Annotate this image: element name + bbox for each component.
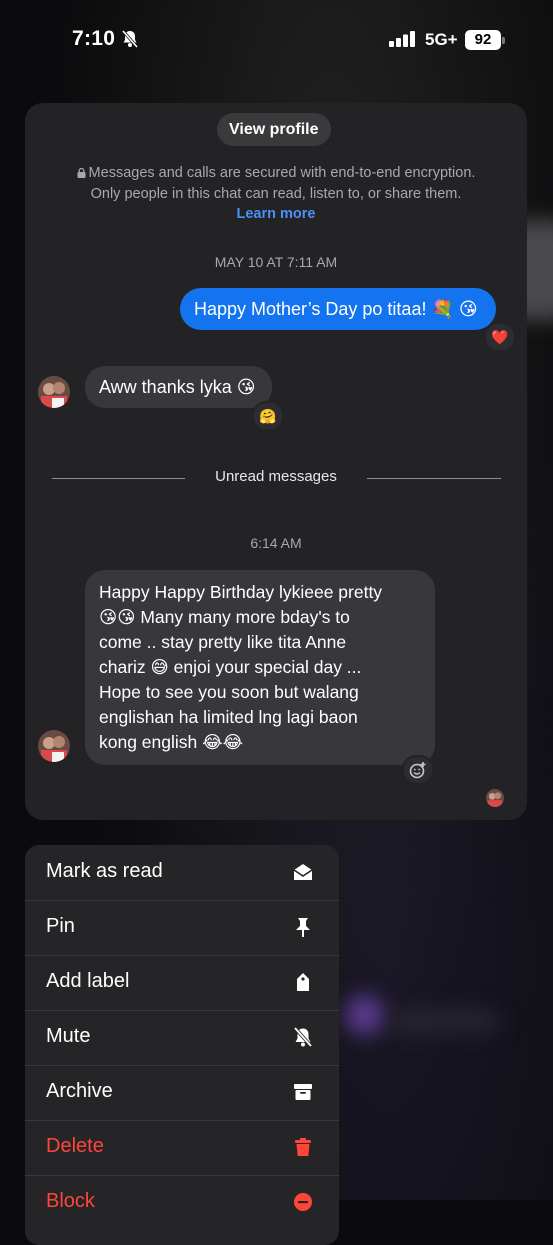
seen-avatar	[486, 789, 504, 807]
incoming-message[interactable]: Happy Happy Birthday lykieee pretty 😘😘 M…	[85, 570, 435, 765]
add-reaction-icon	[409, 762, 426, 779]
message-reaction[interactable]: ❤️	[484, 322, 516, 352]
chat-preview: View profile Messages and calls are secu…	[25, 103, 527, 820]
message-line: come .. stay pretty like tita Anne	[99, 632, 347, 652]
unread-label: Unread messages	[215, 468, 337, 485]
learn-more-label[interactable]: Learn more	[237, 206, 316, 222]
incoming-message[interactable]: Aww thanks lyka 😘	[85, 366, 272, 408]
network-type: 5G+	[425, 30, 458, 49]
lock-icon	[77, 168, 86, 179]
block-icon	[294, 1193, 312, 1211]
bell-slash-icon	[293, 1026, 313, 1048]
menu-item-mark-as-read[interactable]: Mark as read	[25, 845, 339, 901]
battery-indicator: 92	[465, 30, 501, 50]
divider-line	[367, 478, 501, 479]
trash-icon	[295, 1138, 311, 1156]
archive-box-icon	[294, 1084, 312, 1100]
battery-tip	[502, 37, 505, 44]
encryption-text-1: Messages and calls are secured with end-…	[88, 165, 476, 181]
message-line: chariz 😅 enjoi your special day ...	[99, 657, 362, 677]
message-reaction[interactable]: 🤗	[252, 401, 284, 431]
menu-item-delete[interactable]: Delete	[25, 1120, 339, 1176]
menu-item-mute[interactable]: Mute	[25, 1010, 339, 1066]
menu-item-archive[interactable]: Archive	[25, 1065, 339, 1121]
context-menu: Mark as read Pin Add label Mute Archive	[25, 845, 339, 1245]
message-line: 😘😘 Many many more bday's to	[99, 607, 350, 627]
background-shape	[390, 1010, 500, 1032]
avatar-image	[38, 376, 70, 408]
avatar[interactable]	[38, 730, 70, 762]
menu-item-add-label[interactable]: Add label	[25, 955, 339, 1011]
view-profile-button[interactable]: View profile	[217, 113, 331, 146]
seen-avatar-image	[486, 789, 504, 807]
encryption-line-1: Messages and calls are secured with end-…	[45, 163, 507, 184]
avatar-image	[38, 730, 70, 762]
background-shape	[345, 995, 385, 1035]
status-bar: 7:10 5G+ 92	[0, 0, 553, 80]
menu-item-label: Mute	[46, 1025, 91, 1047]
menu-item-label: Block	[46, 1190, 95, 1212]
learn-more-link[interactable]: Learn more	[25, 206, 527, 222]
message-line: Happy Happy Birthday lykieee pretty	[99, 582, 383, 602]
menu-item-label: Delete	[46, 1135, 104, 1157]
menu-item-label: Add label	[46, 970, 130, 992]
status-time: 7:10	[72, 27, 116, 50]
bell-slash-icon	[121, 30, 139, 48]
add-reaction-button[interactable]	[402, 755, 434, 785]
envelope-open-icon	[293, 864, 313, 880]
unread-divider: Unread messages	[25, 468, 527, 488]
message-line: englishan ha limited lng lagi baon	[99, 707, 358, 727]
menu-item-label: Archive	[46, 1080, 113, 1102]
menu-item-pin[interactable]: Pin	[25, 900, 339, 956]
message-timestamp: MAY 10 AT 7:11 AM	[214, 254, 338, 270]
menu-item-label: Pin	[46, 915, 75, 937]
encryption-notice: Messages and calls are secured with end-…	[45, 163, 507, 205]
menu-item-label: Mark as read	[46, 860, 163, 882]
menu-item-block[interactable]: Block	[25, 1175, 339, 1230]
encryption-line-2: Only people in this chat can read, liste…	[90, 186, 462, 202]
outgoing-message[interactable]: Happy Mother’s Day po titaa! 💐 😘	[180, 288, 496, 330]
pin-icon	[296, 918, 310, 937]
signal-icon	[389, 31, 415, 47]
message-line: kong english 😂😂	[99, 732, 244, 752]
message-line: Hope to see you soon but walang	[99, 682, 359, 702]
tag-icon	[297, 973, 309, 991]
message-timestamp: 6:14 AM	[250, 535, 302, 551]
avatar[interactable]	[38, 376, 70, 408]
